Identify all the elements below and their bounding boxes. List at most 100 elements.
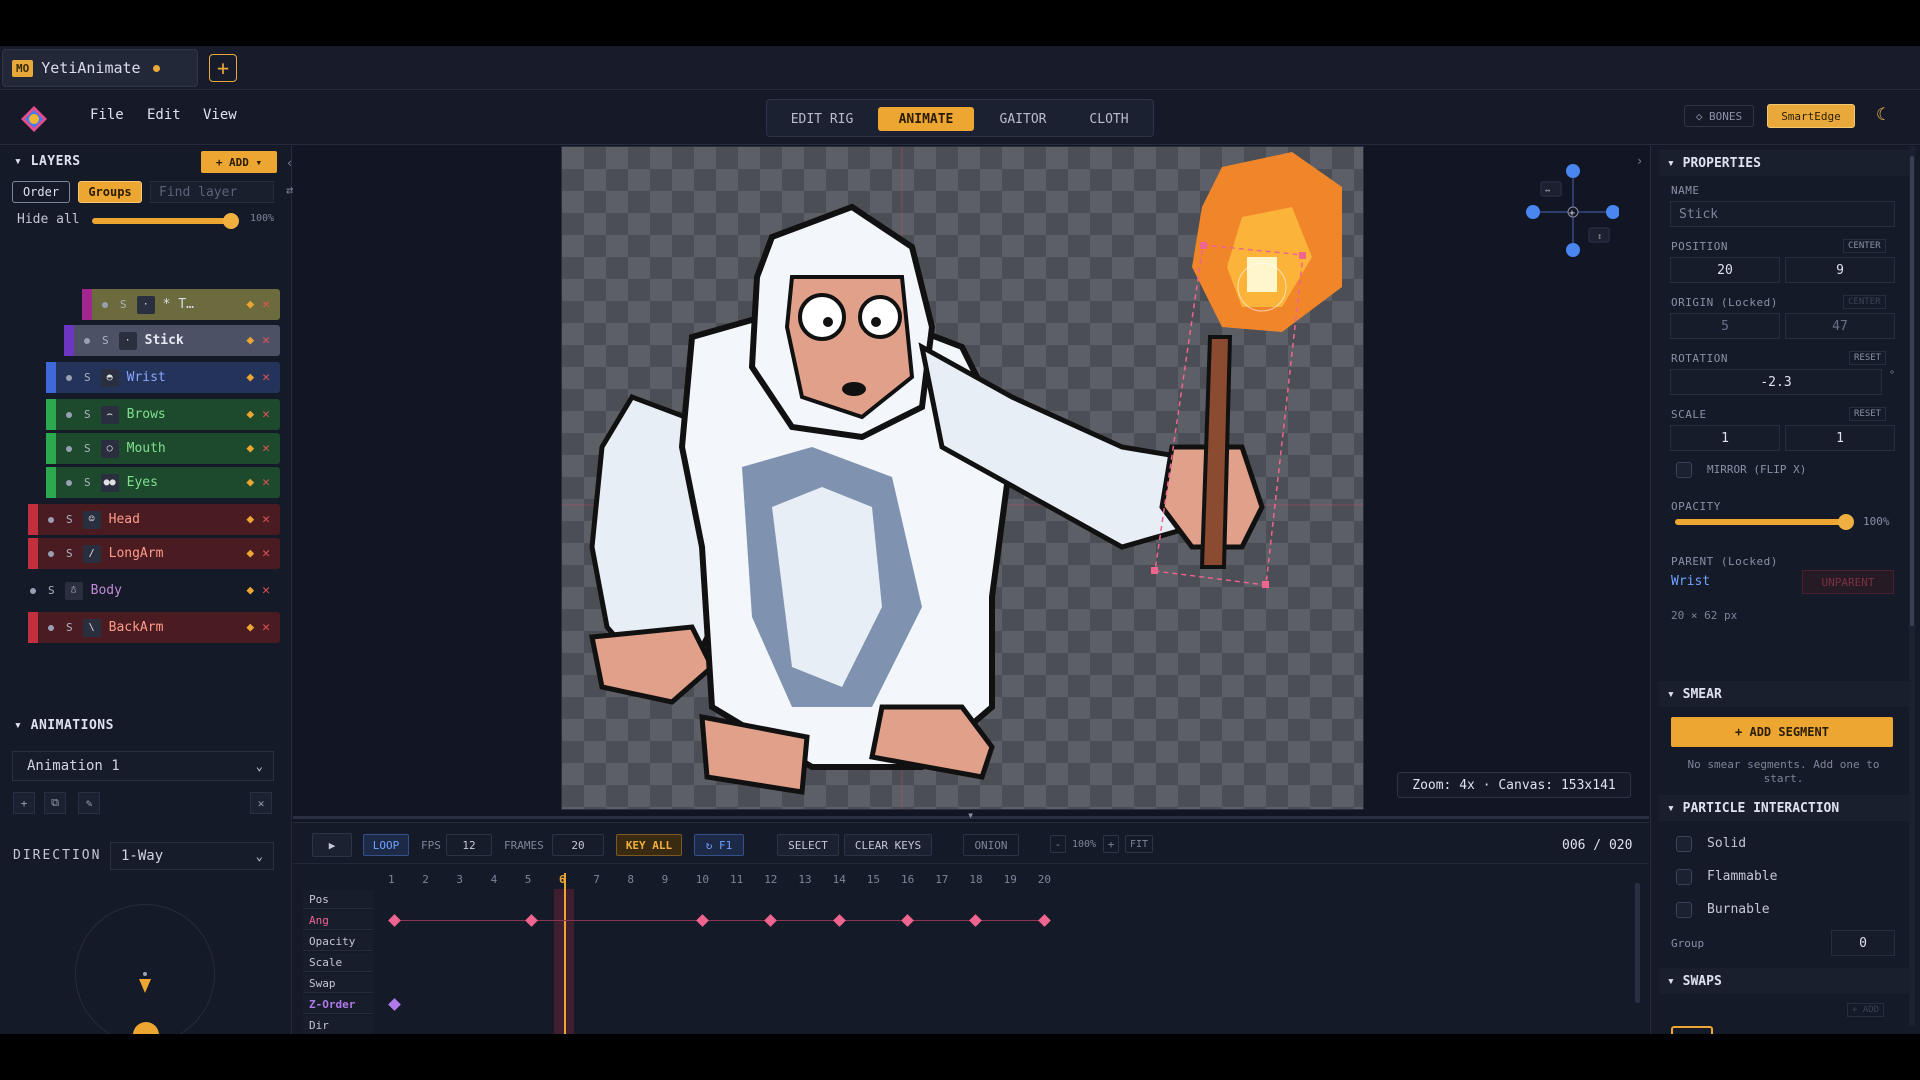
- frame-number[interactable]: 17: [935, 873, 948, 886]
- frame-number[interactable]: 20: [1038, 873, 1051, 886]
- visibility-dot-icon[interactable]: [30, 587, 36, 594]
- swap-thumbnail[interactable]: [1671, 1026, 1713, 1034]
- layer-opacity-slider[interactable]: [92, 218, 232, 224]
- keyframe-diamond-icon[interactable]: ◆: [246, 370, 254, 385]
- scale-x-field[interactable]: 1: [1670, 425, 1780, 451]
- frame-number[interactable]: 1: [388, 873, 395, 886]
- solo-toggle[interactable]: S: [120, 298, 127, 311]
- resize-arrow-icon[interactable]: ▾: [967, 808, 974, 822]
- groups-toggle[interactable]: Groups: [78, 181, 142, 203]
- new-tab-button[interactable]: +: [209, 54, 237, 82]
- direction-handle[interactable]: [133, 1022, 159, 1034]
- swaps-header[interactable]: ▾ SWAPS: [1659, 968, 1909, 994]
- ang-keyframe[interactable]: [901, 914, 914, 927]
- frame-number[interactable]: 8: [627, 873, 634, 886]
- animation-select[interactable]: Animation 1 ⌄: [12, 751, 274, 781]
- track-label-dir[interactable]: Dir: [303, 1016, 373, 1034]
- keyframe-diamond-icon[interactable]: ◆: [246, 546, 254, 561]
- name-field[interactable]: Stick: [1670, 201, 1895, 227]
- properties-scroll-thumb[interactable]: [1910, 156, 1914, 626]
- theme-moon-icon[interactable]: ☾: [1876, 105, 1886, 125]
- delete-layer-icon[interactable]: ✕: [262, 333, 270, 348]
- smartedge-button[interactable]: SmartEdge: [1767, 104, 1855, 128]
- frame-number[interactable]: 13: [798, 873, 811, 886]
- ang-keyframe[interactable]: [695, 914, 709, 927]
- zoom-in-button[interactable]: +: [1103, 835, 1119, 853]
- delete-layer-icon[interactable]: ✕: [262, 407, 270, 422]
- burnable-checkbox[interactable]: [1676, 902, 1692, 918]
- smear-header[interactable]: ▾ SMEAR: [1659, 681, 1909, 707]
- layer-row-stick[interactable]: S · Stick ◆ ✕: [64, 325, 280, 356]
- document-tab[interactable]: MO YetiAnimate: [2, 49, 198, 87]
- ang-keyframe[interactable]: [832, 914, 846, 927]
- mode-gaitor[interactable]: GAITOR: [983, 107, 1063, 131]
- add-animation-button[interactable]: +: [13, 792, 35, 814]
- layer-row-wrist[interactable]: S ◓ Wrist ◆ ✕: [46, 362, 280, 393]
- keyframe-diamond-icon[interactable]: ◆: [246, 512, 254, 527]
- delete-layer-icon[interactable]: ✕: [262, 546, 270, 561]
- direction-dial[interactable]: [75, 904, 215, 1034]
- play-button[interactable]: ▶: [312, 833, 352, 857]
- delete-layer-icon[interactable]: ✕: [262, 370, 270, 385]
- frames-input[interactable]: 20: [552, 834, 604, 856]
- opacity-knob[interactable]: [1838, 514, 1854, 530]
- frame-number[interactable]: 15: [867, 873, 880, 886]
- f1-button[interactable]: ↻ F1: [694, 834, 744, 856]
- layer-row-eyes[interactable]: S ●● Eyes ◆ ✕: [46, 467, 280, 498]
- visibility-dot-icon[interactable]: [66, 479, 72, 486]
- frame-number[interactable]: 10: [696, 873, 709, 886]
- keyframe-diamond-icon[interactable]: ◆: [246, 620, 254, 635]
- order-toggle[interactable]: Order: [12, 181, 70, 203]
- visibility-dot-icon[interactable]: [66, 411, 72, 418]
- rotation-reset-button[interactable]: RESET: [1849, 351, 1887, 365]
- group-field[interactable]: 0: [1831, 930, 1895, 956]
- flammable-checkbox[interactable]: [1676, 869, 1692, 885]
- layer-row-brows[interactable]: S ⌢ Brows ◆ ✕: [46, 399, 280, 430]
- layer-row-longarm[interactable]: S / LongArm ◆ ✕: [28, 538, 280, 569]
- solo-toggle[interactable]: S: [84, 442, 91, 455]
- layer-row-t[interactable]: S · * T… ◆ ✕: [82, 289, 280, 320]
- frame-number[interactable]: 5: [525, 873, 532, 886]
- scale-reset-button[interactable]: RESET: [1849, 407, 1887, 421]
- solo-toggle[interactable]: S: [84, 408, 91, 421]
- track-label-opacity[interactable]: Opacity: [303, 932, 373, 951]
- visibility-dot-icon[interactable]: [66, 374, 72, 381]
- solo-toggle[interactable]: S: [66, 621, 73, 634]
- opacity-slider[interactable]: [1675, 519, 1847, 525]
- properties-header[interactable]: ▾ PROPERTIES: [1659, 150, 1909, 176]
- visibility-dot-icon[interactable]: [48, 516, 54, 523]
- frame-number[interactable]: 7: [593, 873, 600, 886]
- keyframe-diamond-icon[interactable]: ◆: [246, 407, 254, 422]
- center-button[interactable]: CENTER: [1843, 239, 1886, 253]
- clear-keys-button[interactable]: CLEAR KEYS: [844, 834, 932, 856]
- frame-number[interactable]: 4: [491, 873, 498, 886]
- track-label-ang[interactable]: Ang: [303, 911, 373, 930]
- frame-number[interactable]: 19: [1004, 873, 1017, 886]
- position-y-field[interactable]: 9: [1785, 257, 1895, 283]
- menu-edit[interactable]: Edit: [147, 107, 181, 123]
- track-label-scale[interactable]: Scale: [303, 953, 373, 972]
- bones-toggle[interactable]: ◇ BONES: [1684, 105, 1754, 127]
- layer-row-mouth[interactable]: S ○ Mouth ◆ ✕: [46, 433, 280, 464]
- frame-number[interactable]: 2: [422, 873, 429, 886]
- solo-toggle[interactable]: S: [66, 513, 73, 526]
- delete-layer-icon[interactable]: ✕: [262, 297, 270, 312]
- layer-row-head[interactable]: S ☺ Head ◆ ✕: [28, 504, 280, 535]
- rotation-field[interactable]: -2.3: [1670, 369, 1882, 395]
- sprite-canvas[interactable]: [561, 146, 1364, 810]
- layers-header[interactable]: ▾ LAYERS: [14, 154, 81, 169]
- timeline-scrollbar[interactable]: [1635, 883, 1640, 1003]
- ang-keyframe[interactable]: [388, 914, 401, 927]
- delete-layer-icon[interactable]: ✕: [262, 620, 270, 635]
- layer-opacity-knob[interactable]: [223, 213, 239, 229]
- mode-cloth[interactable]: CLOTH: [1073, 107, 1145, 131]
- keyframe-diamond-icon[interactable]: ◆: [246, 297, 254, 312]
- menu-file[interactable]: File: [90, 107, 124, 123]
- keyframe-diamond-icon[interactable]: ◆: [246, 583, 254, 598]
- ang-keyframe[interactable]: [764, 914, 778, 927]
- frame-number[interactable]: 9: [662, 873, 669, 886]
- mode-animate[interactable]: ANIMATE: [878, 107, 974, 131]
- keyframe-diamond-icon[interactable]: ◆: [246, 333, 254, 348]
- parent-link[interactable]: Wrist: [1671, 574, 1710, 589]
- ang-keyframe[interactable]: [969, 914, 983, 927]
